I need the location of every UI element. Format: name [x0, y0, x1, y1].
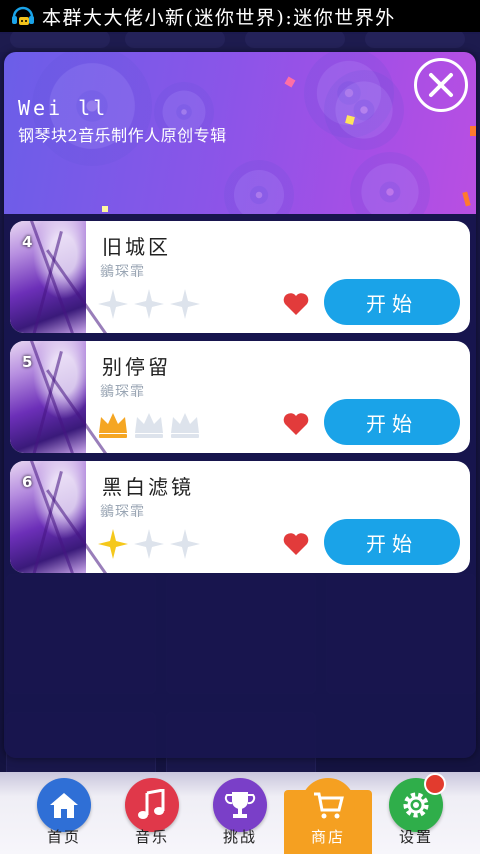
- nav-label: 设置: [398, 828, 433, 846]
- song-card: 6 黑白滤镜 鶲琛霏 开始: [10, 461, 470, 573]
- song-card: 4 旧城区 鶲琛霏 开始: [10, 221, 470, 333]
- nav-item-home[interactable]: 首页: [24, 772, 104, 854]
- start-button[interactable]: 开始: [324, 519, 460, 565]
- crown-empty-icon: [135, 413, 163, 438]
- close-icon: [429, 73, 453, 97]
- star-empty-icon: [134, 289, 164, 319]
- headset-chat-icon: [10, 3, 36, 29]
- trophy-icon: [224, 792, 256, 818]
- crown-filled-icon: [99, 413, 127, 438]
- nav-label: 商店: [310, 828, 345, 846]
- nav-item-shop[interactable]: 商店: [288, 772, 368, 854]
- favorite-heart-icon[interactable]: [282, 291, 310, 317]
- song-artist: 鶲琛霏: [100, 384, 145, 400]
- star-empty-icon: [170, 529, 200, 559]
- vinyl-disc-decoration: [350, 152, 430, 214]
- song-rank: 4: [22, 233, 33, 251]
- confetti-decoration: [470, 126, 476, 136]
- vinyl-disc-decoration: [324, 70, 404, 150]
- favorite-heart-icon[interactable]: [282, 411, 310, 437]
- close-button[interactable]: [414, 58, 468, 112]
- confetti-decoration: [284, 76, 296, 88]
- song-title: 旧城区: [102, 235, 171, 259]
- nav-label: 首页: [46, 828, 81, 846]
- start-button[interactable]: 开始: [324, 279, 460, 325]
- nav-item-challenge[interactable]: 挑战: [200, 772, 280, 854]
- home-icon: [50, 793, 78, 818]
- song-card: 5 别停留 鶲琛霏 开始: [10, 341, 470, 453]
- song-artist: 鶲琛霏: [100, 504, 145, 520]
- nav-label: 音乐: [134, 828, 169, 846]
- confetti-decoration: [462, 191, 471, 207]
- song-rating: [96, 407, 202, 441]
- confetti-decoration: [102, 206, 108, 212]
- nav-label: 挑战: [222, 828, 257, 846]
- bottom-nav: 首页 音乐 挑战 商店 设置: [0, 772, 480, 854]
- star-empty-icon: [170, 289, 200, 319]
- gear-icon: [403, 792, 429, 818]
- album-title: Wei ll: [18, 96, 109, 120]
- music-note-icon: [138, 789, 165, 819]
- album-subtitle: 钢琴块2音乐制作人原创专辑: [18, 126, 227, 145]
- favorite-heart-icon[interactable]: [282, 531, 310, 557]
- cart-icon: [314, 792, 344, 819]
- song-title: 别停留: [102, 355, 171, 379]
- song-title: 黑白滤镜: [102, 475, 194, 499]
- status-bar: 本群大大佬小新(迷你世界):迷你世界外: [0, 0, 480, 32]
- song-rating: [96, 287, 202, 321]
- star-empty-icon: [98, 289, 128, 319]
- vinyl-disc-decoration: [224, 160, 294, 214]
- crown-empty-icon: [171, 413, 199, 438]
- song-rank: 5: [22, 353, 33, 371]
- nav-item-music[interactable]: 音乐: [112, 772, 192, 854]
- notification-badge: [424, 773, 446, 795]
- song-artist: 鶲琛霏: [100, 264, 145, 280]
- album-header: Wei ll 钢琴块2音乐制作人原创专辑: [4, 52, 476, 214]
- notification-text: 本群大大佬小新(迷你世界):迷你世界外: [42, 6, 396, 29]
- song-rank: 6: [22, 473, 33, 491]
- song-rating: [96, 527, 202, 561]
- start-button[interactable]: 开始: [324, 399, 460, 445]
- star-empty-icon: [134, 529, 164, 559]
- star-filled-icon: [98, 529, 128, 559]
